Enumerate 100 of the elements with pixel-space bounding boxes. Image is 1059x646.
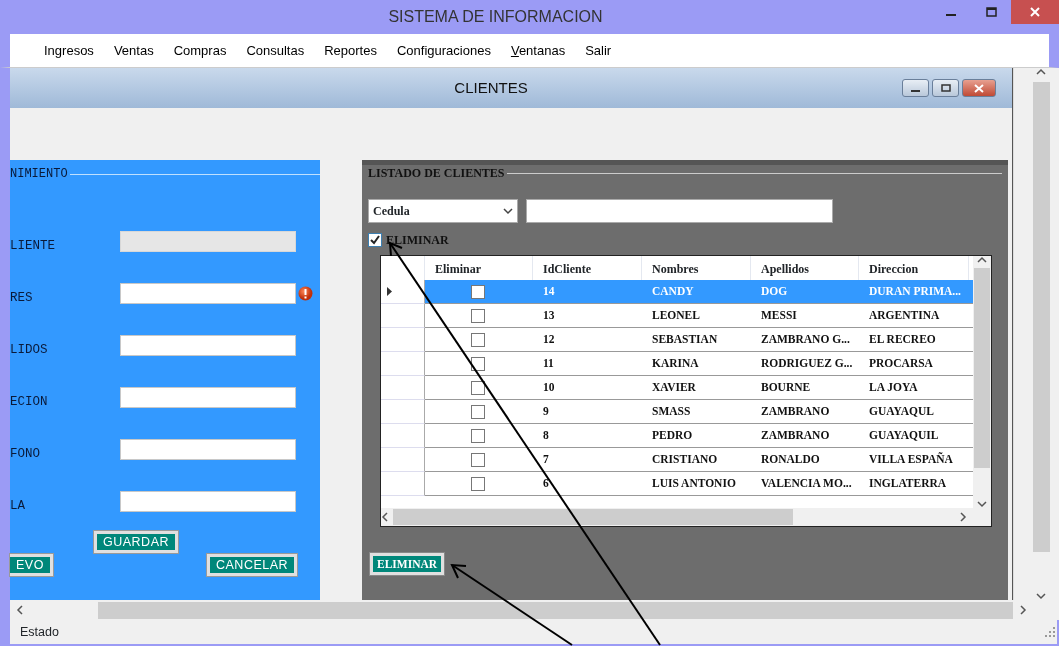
checkbox[interactable] [471, 356, 485, 371]
menu-item[interactable]: Consultas [236, 40, 315, 61]
checkbox[interactable] [471, 452, 485, 467]
group-title: LISTADO DE CLIENTES [368, 165, 505, 182]
table-cell: SMASS [642, 400, 751, 424]
checkbox[interactable] [471, 284, 485, 299]
field-label: ECION [10, 393, 49, 411]
table-cell: XAVIER [642, 376, 751, 400]
checkbox[interactable] [471, 476, 485, 491]
scroll-up-icon[interactable] [1036, 68, 1046, 76]
window-title: SISTEMA DE INFORMACION [387, 7, 604, 27]
text-field[interactable] [120, 334, 296, 356]
restore-icon [940, 84, 951, 92]
resize-grip-icon[interactable] [1045, 627, 1055, 637]
menu-item[interactable]: Ventas [103, 40, 164, 61]
table-cell: 8 [533, 424, 642, 448]
close-button[interactable] [962, 79, 996, 97]
minimize-icon [946, 14, 956, 16]
scroll-right-icon[interactable] [959, 512, 967, 522]
checkbox[interactable] [471, 404, 485, 419]
table-cell: ZAMBRANO [751, 400, 859, 424]
scrollbar[interactable] [973, 256, 991, 508]
table-cell: 14 [533, 280, 642, 304]
window-title: CLIENTES [453, 77, 529, 98]
text-field[interactable] [120, 386, 296, 408]
table-cell: INGLATERRA [859, 472, 969, 496]
table-cell: CANDY [642, 280, 751, 304]
table-cell: GUAYAQUL [859, 400, 969, 424]
table-cell: LUIS ANTONIO [642, 472, 751, 496]
table-cell: DOG [751, 280, 859, 304]
restore-button[interactable] [932, 79, 959, 97]
table-cell: 9 [533, 400, 642, 424]
checkbox[interactable] [471, 332, 485, 347]
row-header[interactable] [381, 280, 425, 304]
table-cell: CRISTIANO [642, 448, 751, 472]
table-cell: MESSI [751, 304, 859, 328]
checkbox[interactable] [471, 308, 485, 323]
table-cell: 6 [533, 472, 642, 496]
chevron-down-icon [503, 207, 513, 215]
scroll-up-icon[interactable] [977, 256, 987, 264]
table-cell: ZAMBRANO G... [751, 328, 859, 352]
field-label: LA [10, 497, 26, 515]
checkbox-label: ELIMINAR [386, 232, 449, 249]
menu-item[interactable]: Reportes [314, 40, 387, 61]
row-pointer-icon [387, 287, 392, 296]
close-button[interactable] [1011, 0, 1059, 24]
table-cell: LEONEL [642, 304, 751, 328]
table-cell: RODRIGUEZ G... [751, 352, 859, 376]
text-field[interactable] [120, 282, 296, 304]
field-label: FONO [10, 445, 41, 463]
scroll-left-icon[interactable] [16, 605, 24, 615]
menu-item[interactable]: Configuraciones [386, 40, 501, 61]
table-cell: BOURNE [751, 376, 859, 400]
table-cell: ZAMBRANO [751, 424, 859, 448]
table-cell: 11 [533, 352, 642, 376]
field-label: RES [10, 289, 34, 307]
close-icon [974, 83, 984, 93]
menu-item[interactable]: Ingresos [34, 40, 104, 61]
checkbox[interactable] [471, 380, 485, 395]
text-field[interactable] [120, 490, 296, 512]
table-cell: EL RECREO [859, 328, 969, 352]
minimize-icon [911, 89, 920, 92]
table-cell: 12 [533, 328, 642, 352]
new-button[interactable]: EVO [10, 554, 53, 576]
table-cell: ARGENTINA [859, 304, 969, 328]
close-icon [1030, 7, 1040, 17]
checkbox[interactable] [368, 233, 382, 247]
menu-item[interactable]: Ventanas [500, 40, 576, 61]
table-cell: RONALDO [751, 448, 859, 472]
delete-button[interactable]: ELIMINAR [370, 553, 445, 575]
minimize-button[interactable] [902, 79, 929, 97]
scrollbar[interactable] [381, 508, 991, 526]
group-title: NIMIENTO [10, 166, 68, 183]
table-cell: KARINA [642, 352, 751, 376]
table-cell: PEDRO [642, 424, 751, 448]
scroll-right-icon[interactable] [1019, 605, 1027, 615]
save-button[interactable]: GUARDAR [94, 531, 178, 553]
scrollbar[interactable] [1031, 68, 1051, 600]
table-cell: 13 [533, 304, 642, 328]
menu-item[interactable]: Compras [163, 40, 237, 61]
field-label: LIDOS [10, 341, 49, 359]
table-cell: GUAYAQUIL [859, 424, 969, 448]
table-cell: PROCARSA [859, 352, 969, 376]
table-cell: DURAN PRIMA... [859, 280, 969, 304]
checkbox[interactable] [471, 428, 485, 443]
text-field[interactable] [120, 438, 296, 460]
scroll-down-icon[interactable] [977, 500, 987, 508]
table-cell: 10 [533, 376, 642, 400]
table-cell: 7 [533, 448, 642, 472]
scroll-down-icon[interactable] [1036, 592, 1046, 600]
cancel-button[interactable]: CANCELAR [207, 554, 298, 576]
table-cell: VALENCIA MO... [751, 472, 859, 496]
table-cell: SEBASTIAN [642, 328, 751, 352]
scroll-left-icon[interactable] [381, 512, 389, 522]
filter-dropdown[interactable]: Cedula [368, 199, 518, 223]
maximize-icon [985, 7, 997, 17]
menu-item[interactable]: Salir [575, 40, 622, 61]
table-cell: LA JOYA [859, 376, 969, 400]
checkmark-icon [370, 235, 380, 245]
search-field[interactable] [526, 199, 833, 223]
